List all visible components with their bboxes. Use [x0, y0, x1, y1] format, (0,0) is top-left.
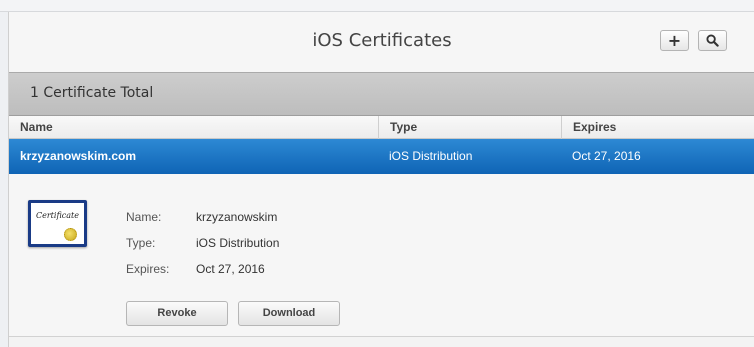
certificate-count: 1 Certificate Total	[30, 85, 154, 101]
row-expires: Oct 27, 2016	[572, 149, 641, 163]
add-certificate-button[interactable]: +	[660, 30, 689, 51]
name-label: Name:	[126, 210, 162, 224]
column-header-name[interactable]: Name	[9, 116, 378, 139]
panel-footer	[9, 337, 754, 347]
type-label: Type:	[126, 236, 156, 250]
expires-value: Oct 27, 2016	[196, 262, 265, 276]
download-button[interactable]: Download	[238, 301, 340, 326]
certificate-icon: Certificate	[28, 200, 87, 247]
certificate-detail: Certificate Name: krzyzanowskim Type: iO…	[9, 174, 754, 337]
name-value: krzyzanowskim	[196, 210, 278, 224]
seal-icon	[64, 228, 77, 241]
search-button[interactable]	[698, 30, 727, 51]
certificate-icon-text: Certificate	[36, 211, 79, 220]
title-bar: iOS Certificates +	[9, 12, 754, 72]
table-header: Name Type Expires	[9, 116, 754, 139]
type-value: iOS Distribution	[196, 236, 280, 250]
column-header-type[interactable]: Type	[378, 116, 561, 139]
table-row[interactable]: krzyzanowskim.com iOS Distribution Oct 2…	[9, 139, 754, 174]
top-strip	[0, 0, 754, 12]
certificates-panel: iOS Certificates + 1 Certificate Total N…	[8, 12, 754, 347]
summary-bar: 1 Certificate Total	[9, 72, 754, 116]
row-name: krzyzanowskim.com	[20, 149, 137, 163]
page-title: iOS Certificates	[312, 30, 452, 51]
revoke-button[interactable]: Revoke	[126, 301, 228, 326]
plus-icon: +	[667, 31, 682, 50]
row-type: iOS Distribution	[389, 149, 473, 163]
expires-label: Expires:	[126, 262, 170, 276]
magnifier-icon	[706, 34, 719, 47]
column-header-expires[interactable]: Expires	[561, 116, 754, 139]
